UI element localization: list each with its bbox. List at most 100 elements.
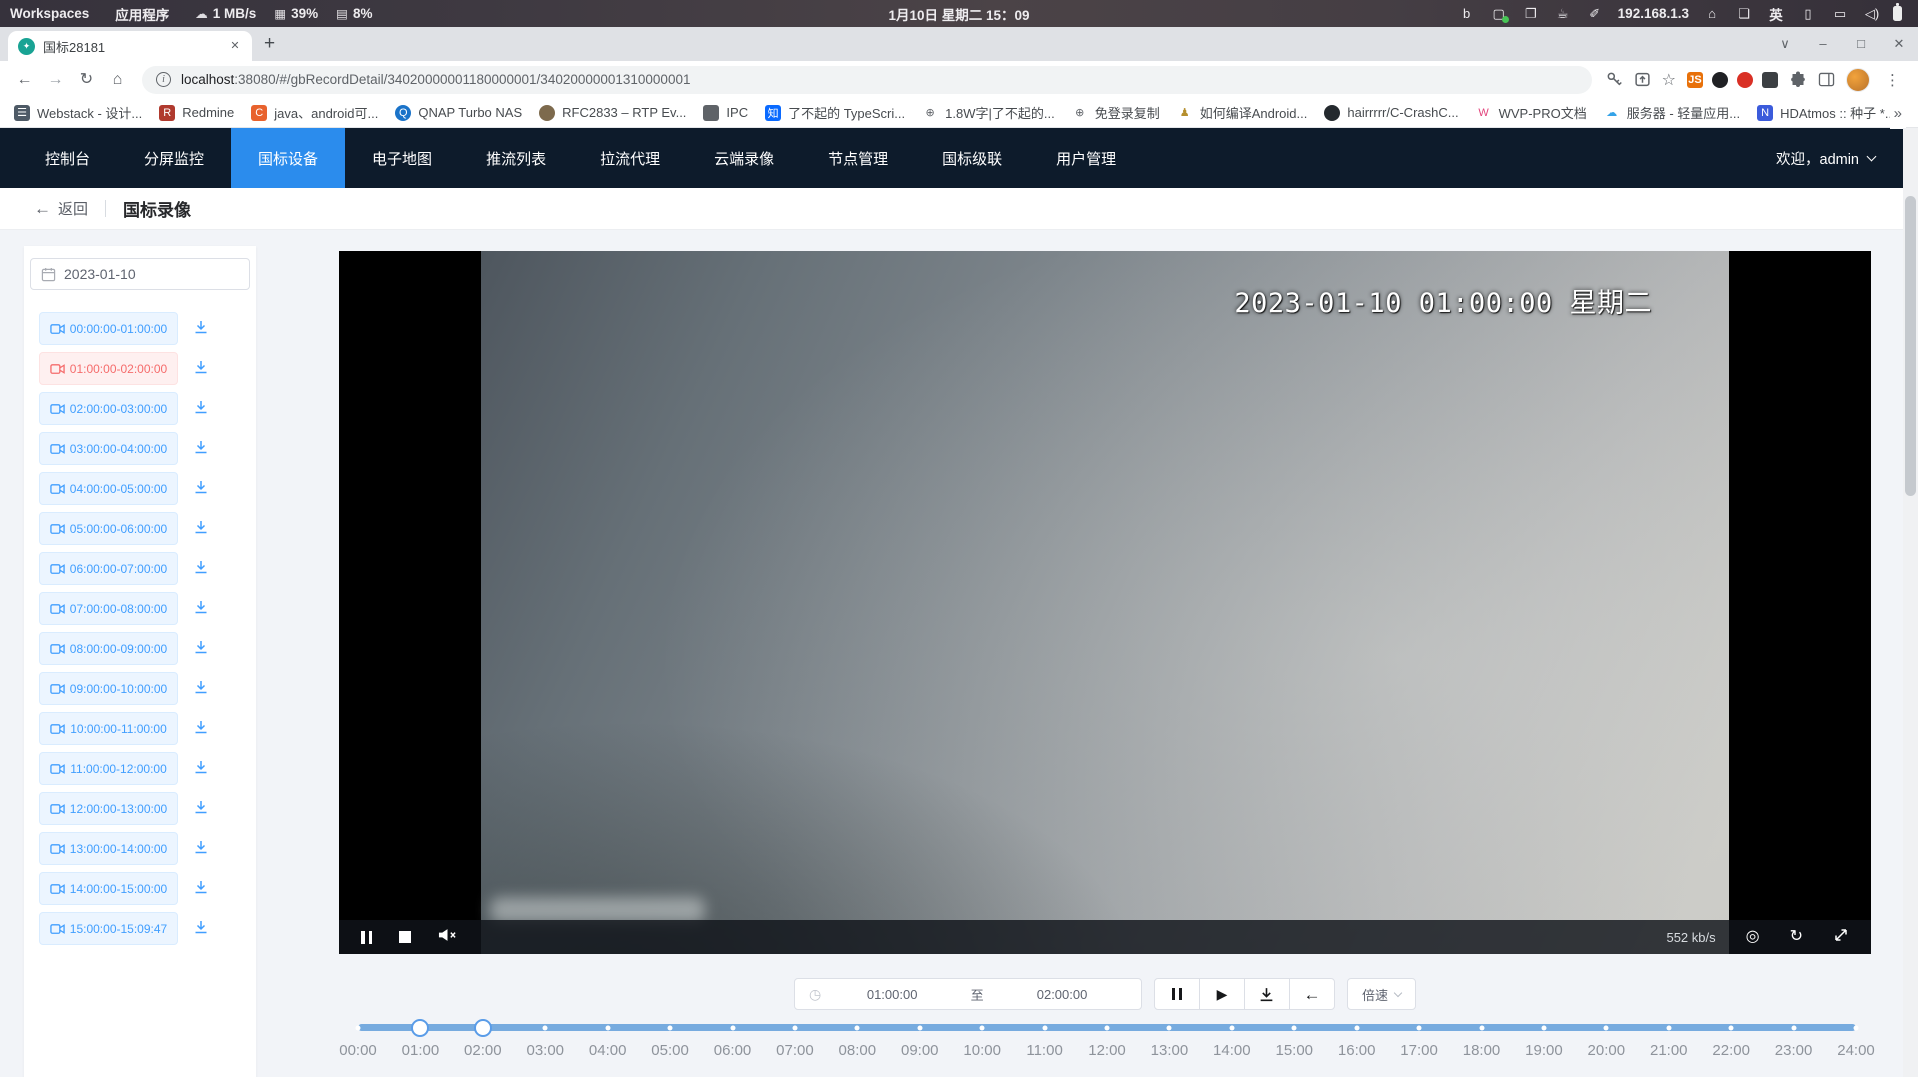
- seek-back-button[interactable]: ←: [1289, 978, 1335, 1010]
- recording-segment-button[interactable]: 08:00:00-09:00:00: [39, 632, 178, 665]
- timeline-handle[interactable]: [411, 1019, 429, 1037]
- screenshot-tool-icon[interactable]: ▢: [1486, 6, 1512, 22]
- volume-icon[interactable]: ◁): [1859, 6, 1885, 22]
- tab-search-chevron-icon[interactable]: ∨: [1766, 27, 1804, 61]
- bookmark-item[interactable]: C java、android可...: [251, 103, 378, 122]
- date-picker-input[interactable]: 2023-01-10: [30, 258, 250, 290]
- bookmark-item[interactable]: IPC: [703, 105, 748, 121]
- nav-item[interactable]: 分屏监控: [117, 128, 231, 188]
- browser-back-button[interactable]: ←: [10, 65, 39, 94]
- clipboard-icon[interactable]: ❐: [1518, 6, 1544, 22]
- recording-segment-button[interactable]: 10:00:00-11:00:00: [39, 712, 178, 745]
- ext-js-icon[interactable]: JS: [1687, 72, 1703, 88]
- timeline-track[interactable]: [358, 1024, 1856, 1031]
- recording-segment-button[interactable]: 01:00:00-02:00:00: [39, 352, 178, 385]
- download-recording-button[interactable]: [191, 519, 211, 539]
- snapshot-button[interactable]: ◎: [1746, 929, 1760, 945]
- window-minimize-button[interactable]: –: [1804, 27, 1842, 61]
- bookmark-item[interactable]: ♟ 如何编译Android...: [1177, 103, 1308, 122]
- nav-item[interactable]: 推流列表: [459, 128, 573, 188]
- bookmark-item[interactable]: RFC2833 – RTP Ev...: [539, 105, 686, 121]
- recording-segment-button[interactable]: 11:00:00-12:00:00: [39, 752, 178, 785]
- download-recording-button[interactable]: [191, 439, 211, 459]
- scrollbar-thumb[interactable]: [1905, 196, 1916, 496]
- playback-speed-button[interactable]: 倍速: [1347, 978, 1416, 1010]
- user-menu[interactable]: 欢迎，admin: [1776, 148, 1903, 169]
- extensions-puzzle-icon[interactable]: [1789, 71, 1807, 89]
- site-info-icon[interactable]: i: [156, 72, 171, 87]
- share-icon[interactable]: [1634, 71, 1651, 88]
- download-recording-button[interactable]: [191, 479, 211, 499]
- applications-button[interactable]: 应用程序: [115, 4, 169, 24]
- download-recording-button[interactable]: [191, 399, 211, 419]
- fullscreen-button[interactable]: [1833, 927, 1849, 947]
- bookmark-item[interactable]: ☁ 服务器 - 轻量应用...: [1604, 103, 1740, 122]
- download-recording-button[interactable]: [191, 679, 211, 699]
- download-recording-button[interactable]: [191, 639, 211, 659]
- recording-segment-button[interactable]: 04:00:00-05:00:00: [39, 472, 178, 505]
- ip-address-indicator[interactable]: 192.168.1.3: [1614, 6, 1693, 21]
- recording-segment-button[interactable]: 12:00:00-13:00:00: [39, 792, 178, 825]
- browser-forward-button[interactable]: →: [41, 65, 70, 94]
- recording-segment-button[interactable]: 02:00:00-03:00:00: [39, 392, 178, 425]
- bookmark-item[interactable]: 知 了不起的 TypeScri...: [765, 103, 905, 122]
- page-scrollbar[interactable]: [1903, 128, 1918, 1077]
- home-icon[interactable]: ⌂: [1699, 6, 1725, 21]
- window-close-button[interactable]: ✕: [1880, 27, 1918, 61]
- window-maximize-button[interactable]: □: [1842, 27, 1880, 61]
- ext-square-dark-icon[interactable]: [1762, 72, 1778, 88]
- recording-segment-button[interactable]: 00:00:00-01:00:00: [39, 312, 178, 345]
- player-refresh-button[interactable]: ↻: [1790, 929, 1803, 945]
- nav-item[interactable]: 节点管理: [801, 128, 915, 188]
- recording-segment-button[interactable]: 09:00:00-10:00:00: [39, 672, 178, 705]
- download-recording-button[interactable]: [191, 599, 211, 619]
- play-button[interactable]: ▶: [1199, 978, 1245, 1010]
- recording-segment-button[interactable]: 14:00:00-15:00:00: [39, 872, 178, 905]
- bookmark-item[interactable]: ⊕ 1.8W字|了不起的...: [922, 103, 1055, 122]
- browser-tab[interactable]: ✦ 国标28181 ✕: [8, 31, 252, 61]
- download-recording-button[interactable]: [191, 719, 211, 739]
- download-button[interactable]: [1244, 978, 1290, 1010]
- password-key-icon[interactable]: [1606, 71, 1623, 88]
- ext-circle-red-icon[interactable]: [1737, 72, 1753, 88]
- download-recording-button[interactable]: [191, 759, 211, 779]
- download-recording-button[interactable]: [191, 359, 211, 379]
- tab-close-icon[interactable]: ✕: [226, 37, 244, 55]
- nav-item[interactable]: 国标级联: [915, 128, 1029, 188]
- recording-segment-button[interactable]: 06:00:00-07:00:00: [39, 552, 178, 585]
- nav-item[interactable]: 国标设备: [231, 128, 345, 188]
- phone-link-icon[interactable]: ▯: [1795, 6, 1821, 22]
- bookmark-item[interactable]: hairrrrr/C-CrashC...: [1324, 105, 1458, 121]
- download-recording-button[interactable]: [191, 839, 211, 859]
- browser-reload-button[interactable]: ↻: [72, 65, 101, 94]
- timeline-handle[interactable]: [474, 1019, 492, 1037]
- coffee-icon[interactable]: ☕: [1550, 6, 1576, 22]
- color-picker-icon[interactable]: ✐: [1582, 6, 1608, 22]
- side-panel-icon[interactable]: [1818, 72, 1835, 87]
- workspaces-switcher-icon[interactable]: ❏: [1731, 6, 1757, 22]
- nav-item[interactable]: 用户管理: [1029, 128, 1143, 188]
- url-input[interactable]: i localhost:38080/#/gbRecordDetail/34020…: [142, 66, 1592, 94]
- recording-segment-button[interactable]: 15:00:00-15:09:47: [39, 912, 178, 945]
- download-recording-button[interactable]: [191, 319, 211, 339]
- nav-item[interactable]: 拉流代理: [573, 128, 687, 188]
- download-recording-button[interactable]: [191, 879, 211, 899]
- bookmark-item[interactable]: ☰ Webstack - 设计...: [14, 103, 142, 122]
- browser-home-button[interactable]: ⌂: [103, 65, 132, 94]
- recording-segment-button[interactable]: 13:00:00-14:00:00: [39, 832, 178, 865]
- bookmark-item[interactable]: ⊕ 免登录复制: [1072, 103, 1160, 122]
- player-pause-button[interactable]: [361, 931, 372, 944]
- ext-circle-dark-icon[interactable]: [1712, 72, 1728, 88]
- new-tab-button[interactable]: +: [264, 33, 275, 55]
- clock[interactable]: 1月10日 星期二 15：09: [888, 4, 1029, 24]
- nav-item[interactable]: 电子地图: [345, 128, 459, 188]
- input-language-indicator[interactable]: 英: [1763, 4, 1789, 24]
- time-range-input[interactable]: ◷ 01:00:00 至 02:00:00: [794, 978, 1142, 1010]
- workspaces-button[interactable]: Workspaces: [10, 6, 89, 21]
- nav-item[interactable]: 控制台: [18, 128, 117, 188]
- download-recording-button[interactable]: [191, 799, 211, 819]
- player-stop-button[interactable]: [399, 931, 411, 943]
- end-time-value[interactable]: 02:00:00: [997, 987, 1127, 1002]
- battery-icon[interactable]: [1893, 6, 1902, 21]
- bookmark-item[interactable]: N HDAtmos :: 种子 *...: [1757, 103, 1896, 122]
